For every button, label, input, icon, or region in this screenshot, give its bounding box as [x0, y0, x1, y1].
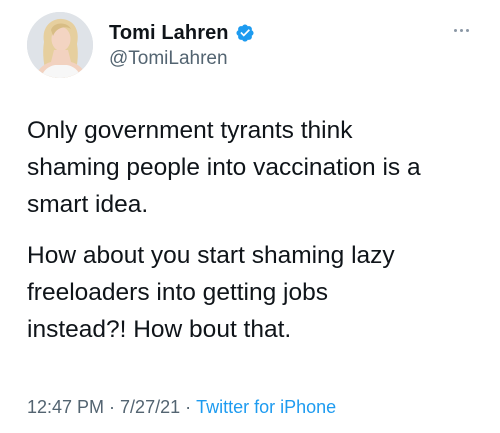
avatar-image [27, 12, 93, 78]
tweet-header: Tomi Lahren @TomiLahren [27, 12, 480, 80]
display-name[interactable]: Tomi Lahren [109, 22, 229, 45]
avatar[interactable] [27, 12, 93, 78]
author-names: Tomi Lahren @TomiLahren [109, 20, 255, 70]
more-dot [454, 28, 457, 32]
tweet-paragraph: How about you start shaming lazy freeloa… [27, 242, 395, 343]
tweet-body: Only government tyrants think shaming pe… [27, 112, 482, 348]
more-options-icon[interactable] [454, 26, 478, 34]
more-dot [466, 28, 469, 32]
display-name-row: Tomi Lahren [109, 20, 255, 46]
author-handle[interactable]: @TomiLahren [109, 48, 255, 70]
tweet-time[interactable]: 12:47 PM [27, 397, 104, 417]
tweet-metadata: 12:47 PM · 7/27/21 · Twitter for iPhone [27, 397, 336, 418]
tweet-paragraph: Only government tyrants think shaming pe… [27, 117, 421, 218]
meta-separator: · [109, 397, 116, 417]
meta-separator: · [185, 397, 192, 417]
more-dot [460, 28, 463, 32]
tweet-source[interactable]: Twitter for iPhone [196, 397, 336, 417]
tweet-date[interactable]: 7/27/21 [120, 397, 180, 417]
verified-badge-icon [235, 23, 255, 43]
tweet-card: Tomi Lahren @TomiLahren Only government … [0, 0, 500, 433]
